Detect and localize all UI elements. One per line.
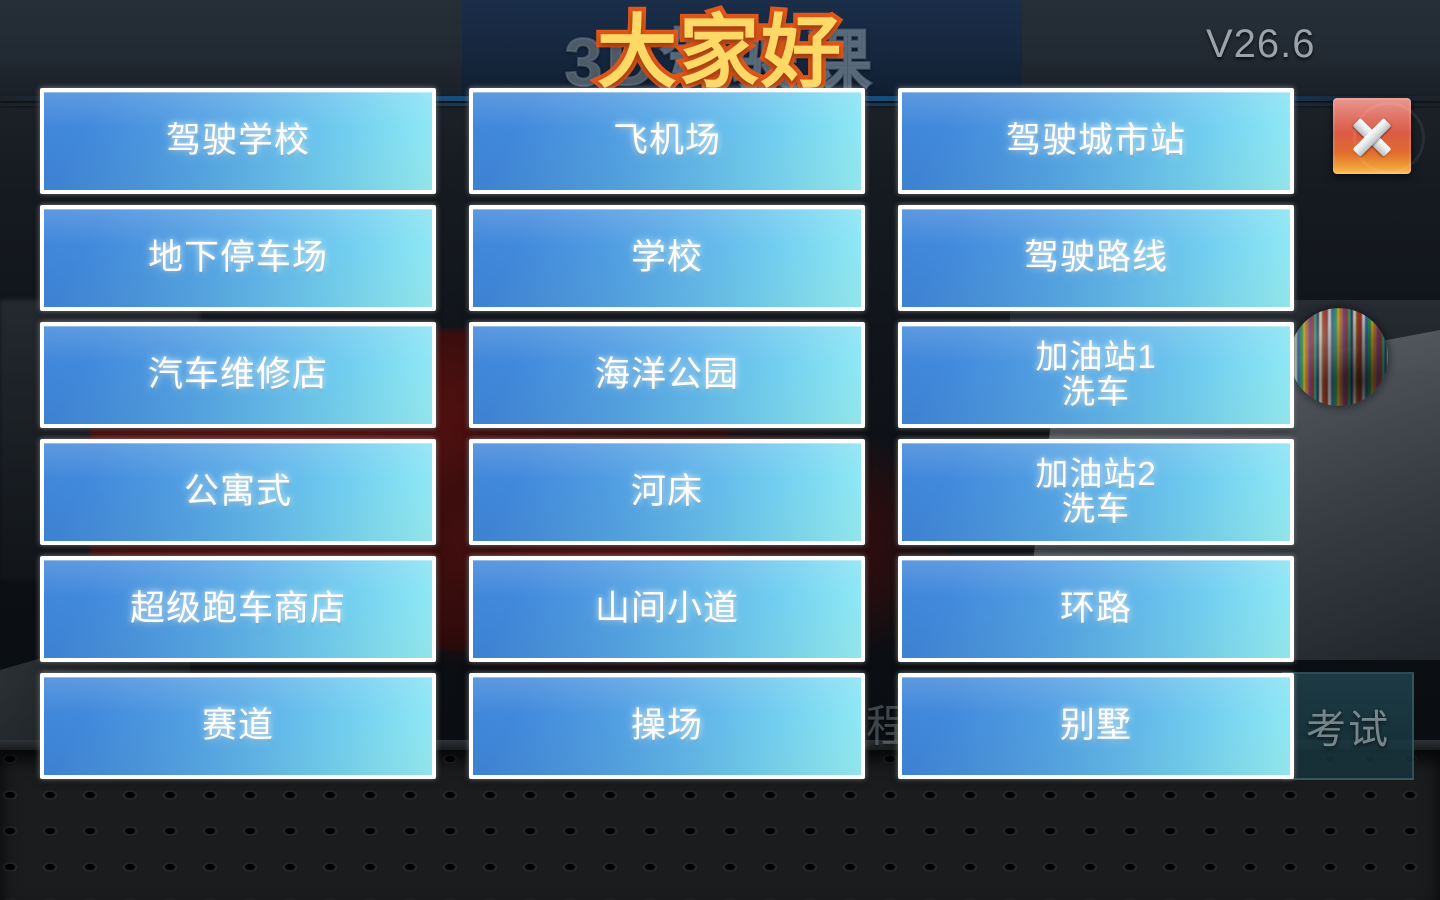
flag-globe-icon[interactable] — [1290, 308, 1388, 406]
menu-button-label-line1: 加油站2 — [1035, 455, 1157, 493]
menu-button-driving-city-station[interactable]: 驾驶城市站 — [898, 88, 1294, 194]
menu-button-label: 环路 — [1059, 589, 1132, 629]
menu-button-driving-school[interactable]: 驾驶学校 — [40, 88, 436, 194]
menu-button-gas-station-2[interactable]: 加油站2 洗车 — [898, 439, 1294, 545]
menu-button-label: 驾驶城市站 — [1005, 121, 1186, 161]
menu-button-underground-parking[interactable]: 地下停车场 — [40, 205, 436, 311]
menu-button-label: 驾驶路线 — [1023, 238, 1168, 278]
menu-button-supercar-shop[interactable]: 超级跑车商店 — [40, 556, 436, 662]
menu-button-playground[interactable]: 操场 — [469, 673, 865, 779]
background-exam-button-label: 考试 — [1306, 708, 1390, 752]
menu-button-label: 地下停车场 — [147, 238, 328, 278]
menu-button-apartment-style[interactable]: 公寓式 — [40, 439, 436, 545]
menu-button-ocean-park[interactable]: 海洋公园 — [469, 322, 865, 428]
menu-button-label: 加油站2 洗车 — [1035, 457, 1156, 526]
menu-button-label: 操场 — [630, 706, 703, 746]
menu-button-label: 驾驶学校 — [165, 121, 310, 161]
menu-button-label: 海洋公园 — [594, 355, 739, 395]
menu-button-gas-station-1[interactable]: 加油站1 洗车 — [898, 322, 1294, 428]
background-exam-button: 考试 — [1282, 672, 1414, 780]
menu-button-driving-route[interactable]: 驾驶路线 — [898, 205, 1294, 311]
game-menu-screen: 程 考试 3D驾驶课 大家好 V26.6 驾驶学校 飞机场 驾驶城市站 地下停车场 学校… — [0, 0, 1440, 900]
close-icon — [1347, 111, 1397, 161]
menu-button-label: 飞机场 — [612, 121, 721, 161]
menu-button-riverbed[interactable]: 河床 — [469, 439, 865, 545]
version-label: V26.6 — [1206, 22, 1316, 66]
menu-button-school[interactable]: 学校 — [469, 205, 865, 311]
menu-button-ring-road[interactable]: 环路 — [898, 556, 1294, 662]
menu-button-label: 山间小道 — [594, 589, 739, 629]
menu-button-label-line1: 加油站1 — [1035, 338, 1157, 376]
menu-button-mountain-trail[interactable]: 山间小道 — [469, 556, 865, 662]
menu-button-label: 学校 — [630, 238, 703, 278]
close-button[interactable] — [1333, 98, 1425, 174]
menu-button-label: 超级跑车商店 — [129, 589, 346, 629]
menu-button-villa[interactable]: 别墅 — [898, 673, 1294, 779]
menu-button-label: 赛道 — [201, 706, 274, 746]
menu-button-label: 别墅 — [1059, 706, 1132, 746]
menu-button-label: 公寓式 — [183, 472, 292, 512]
menu-button-label: 河床 — [630, 472, 703, 512]
flag-globe-shading — [1290, 308, 1388, 406]
menu-button-race-track[interactable]: 赛道 — [40, 673, 436, 779]
menu-button-label-line2: 洗车 — [1061, 490, 1130, 527]
menu-button-label: 汽车维修店 — [147, 355, 328, 395]
menu-button-label: 加油站1 洗车 — [1035, 340, 1156, 409]
menu-button-label-line2: 洗车 — [1061, 373, 1130, 410]
menu-button-auto-repair-shop[interactable]: 汽车维修店 — [40, 322, 436, 428]
level-select-grid: 驾驶学校 飞机场 驾驶城市站 地下停车场 学校 驾驶路线 汽车维修店 海洋公园 加油站1 洗车 公寓… — [40, 88, 1294, 780]
menu-button-airport[interactable]: 飞机场 — [469, 88, 865, 194]
